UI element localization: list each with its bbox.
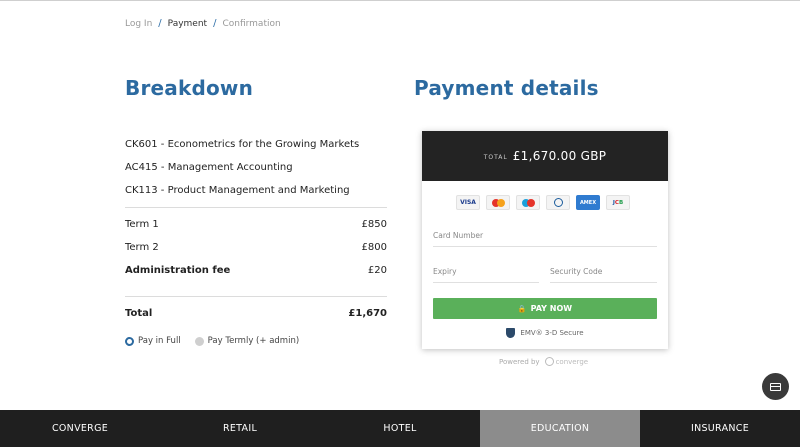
payment-card: TOTAL £1,670.00 GBP VISA AMEX JCB Card N… [422, 131, 668, 349]
total-amount: £1,670.00 GBP [512, 149, 607, 163]
breadcrumb-separator: / [213, 18, 217, 29]
fee-value: £20 [367, 265, 387, 276]
radio-pay-in-full[interactable]: Pay in Full [125, 336, 181, 346]
converge-logo-icon [544, 357, 554, 366]
fee-label: Term 1 [125, 219, 159, 230]
footer-nav-retail[interactable]: RETAIL [160, 410, 320, 447]
expiry-field[interactable]: Expiry [433, 267, 539, 283]
total-value: £1,670 [348, 308, 387, 319]
jcb-icon: JCB [606, 195, 630, 210]
fee-row-term-1: Term 1 £850 [125, 219, 387, 230]
shield-icon [506, 328, 516, 338]
converge-logo-text: converge [555, 357, 589, 366]
radio-pay-termly[interactable]: Pay Termly (+ admin) [194, 336, 300, 346]
security-code-field[interactable]: Security Code [550, 267, 657, 283]
secure-text: EMV® 3-D Secure [520, 329, 584, 337]
footer-nav-education[interactable]: EDUCATION [480, 410, 640, 447]
payment-details-title: Payment details [414, 76, 599, 100]
course-item: AC415 - Management Accounting [125, 162, 293, 173]
card-number-field[interactable]: Card Number [433, 231, 657, 247]
powered-by-label: Powered by [499, 357, 540, 366]
total-caption: TOTAL [483, 153, 508, 161]
footer-nav-hotel[interactable]: HOTEL [320, 410, 480, 447]
secure-badge: EMV® 3-D Secure [422, 328, 668, 338]
radio-unselected-icon[interactable] [194, 336, 204, 346]
divider [125, 296, 387, 297]
pay-now-label: PAY NOW [530, 304, 573, 313]
radio-selected-icon[interactable] [125, 336, 134, 346]
course-item: CK601 - Econometrics for the Growing Mar… [125, 139, 360, 150]
maestro-icon [516, 195, 540, 210]
total-label: Total [125, 308, 153, 319]
breadcrumb-payment[interactable]: Payment [168, 19, 207, 29]
converge-logo: converge [544, 357, 589, 366]
radio-label: Pay Termly (+ admin) [207, 336, 300, 346]
card-brands: VISA AMEX JCB [456, 195, 636, 210]
breadcrumb-separator: / [158, 18, 162, 29]
breakdown-title: Breakdown [125, 76, 254, 100]
card-fab-button[interactable] [762, 373, 789, 400]
diners-club-icon [546, 195, 570, 210]
breadcrumb: Log In / Payment / Confirmation [125, 18, 281, 29]
breadcrumb-login[interactable]: Log In [125, 19, 152, 29]
payment-total-header: TOTAL £1,670.00 GBP [422, 131, 668, 181]
powered-by: Powered by converge [499, 357, 588, 366]
lock-icon: 🔒 [517, 304, 527, 313]
course-item: CK113 - Product Management and Marketing [125, 185, 350, 196]
top-border [0, 0, 800, 1]
fee-label: Administration fee [125, 265, 231, 276]
divider [125, 207, 387, 208]
fee-row-term-2: Term 2 £800 [125, 242, 387, 253]
visa-icon: VISA [456, 195, 480, 210]
mastercard-icon [486, 195, 510, 210]
amex-icon: AMEX [576, 195, 600, 210]
fee-value: £850 [361, 219, 387, 230]
fee-value: £800 [361, 242, 387, 253]
footer-nav-insurance[interactable]: INSURANCE [640, 410, 800, 447]
footer-nav-converge[interactable]: CONVERGE [0, 410, 160, 447]
fee-label: Term 2 [125, 242, 159, 253]
payment-options: Pay in Full Pay Termly (+ admin) [125, 336, 313, 346]
breadcrumb-confirmation[interactable]: Confirmation [222, 19, 280, 29]
fee-row-admin: Administration fee £20 [125, 265, 387, 276]
total-row: Total £1,670 [125, 308, 387, 319]
credit-card-icon [770, 382, 781, 391]
footer-nav: CONVERGE RETAIL HOTEL EDUCATION INSURANC… [0, 410, 800, 447]
pay-now-button[interactable]: 🔒 PAY NOW [433, 298, 657, 319]
radio-label: Pay in Full [138, 336, 181, 346]
